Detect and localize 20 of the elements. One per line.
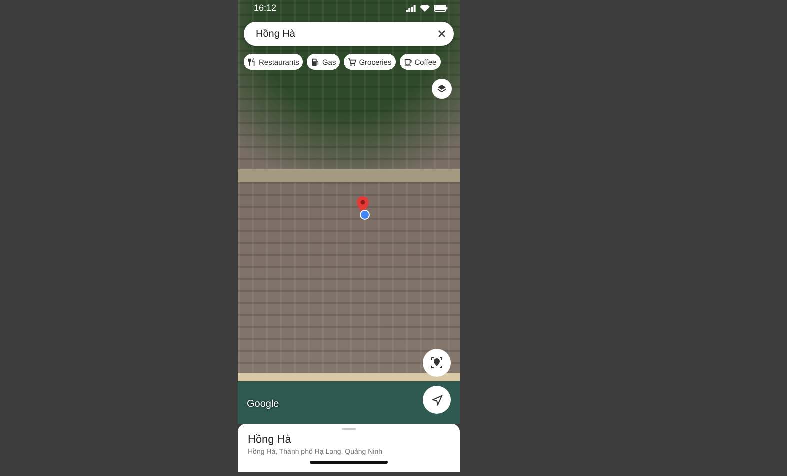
wifi-icon [420, 4, 430, 12]
current-location-dot [360, 210, 370, 220]
layers-icon [437, 84, 447, 94]
fuel-pump-icon [311, 58, 320, 66]
navigation-button[interactable] [423, 386, 451, 414]
close-icon[interactable] [438, 30, 446, 38]
drag-handle[interactable] [342, 428, 356, 430]
battery-icon [434, 4, 448, 12]
fork-knife-icon [248, 58, 257, 66]
map-attribution: Google [247, 399, 280, 410]
navigation-arrow-icon [432, 394, 442, 406]
layers-button[interactable] [432, 79, 452, 99]
search-field[interactable]: Hồng Hà [244, 22, 454, 46]
signal-icon [406, 4, 416, 12]
location-pin-icon [431, 357, 443, 369]
status-time: 16:12 [254, 3, 277, 13]
explore-button[interactable] [423, 349, 451, 377]
place-title: Hồng Hà [248, 434, 292, 446]
shopping-cart-icon [348, 58, 358, 66]
coffee-cup-icon [404, 58, 413, 66]
